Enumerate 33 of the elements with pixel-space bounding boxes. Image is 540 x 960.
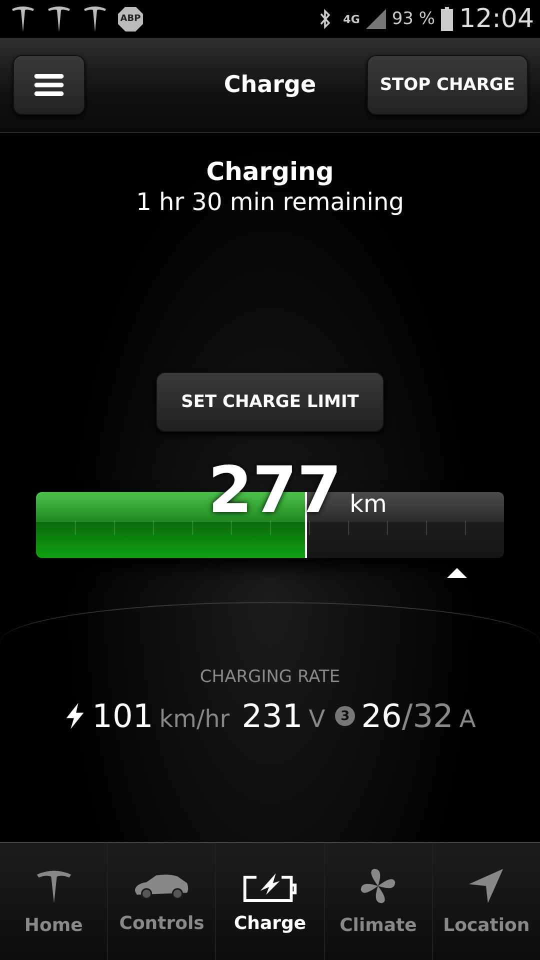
current: 26 — [361, 697, 402, 735]
voltage-unit: V — [308, 705, 326, 733]
charge-limit-marker[interactable] — [447, 568, 468, 578]
signal-icon — [366, 9, 386, 29]
charging-status: Charging — [206, 157, 334, 186]
bluetooth-icon — [319, 8, 332, 30]
nav-tab[interactable]: Climate — [324, 843, 433, 960]
charging-rate-label: CHARGING RATE — [200, 667, 340, 687]
voltage: 231 — [242, 697, 303, 735]
set-charge-limit-button[interactable]: SET CHARGE LIMIT — [156, 372, 384, 432]
range-unit: km — [350, 490, 387, 518]
lightning-icon — [64, 703, 86, 729]
nav-tab[interactable]: Home — [0, 843, 108, 960]
fan-icon — [359, 867, 398, 905]
phase-badge: 3 — [335, 706, 356, 726]
rate-speed: 101 — [92, 697, 154, 735]
screen-title: Charge — [224, 72, 316, 98]
max-current: /32 — [402, 697, 454, 735]
time-remaining: 1 hr 30 min remaining — [136, 188, 404, 216]
clock: 12:04 — [459, 4, 534, 34]
battery-icon — [441, 7, 454, 31]
network-type: 4G — [343, 12, 360, 26]
stop-charge-button[interactable]: STOP CHARGE — [366, 55, 528, 115]
adblock-badge: ABP — [118, 6, 143, 32]
nav-tab[interactable]: Controls — [108, 843, 216, 960]
speed-unit: km/hr — [159, 705, 230, 733]
nav-tab[interactable]: Location — [432, 843, 540, 960]
menu-button[interactable] — [13, 55, 85, 115]
current-unit: A — [459, 705, 476, 733]
battery-percent: 93 % — [392, 9, 436, 29]
navigation-arrow-icon — [467, 867, 506, 905]
nav-tab[interactable]: Charge — [216, 843, 325, 960]
menu-icon — [33, 74, 65, 96]
